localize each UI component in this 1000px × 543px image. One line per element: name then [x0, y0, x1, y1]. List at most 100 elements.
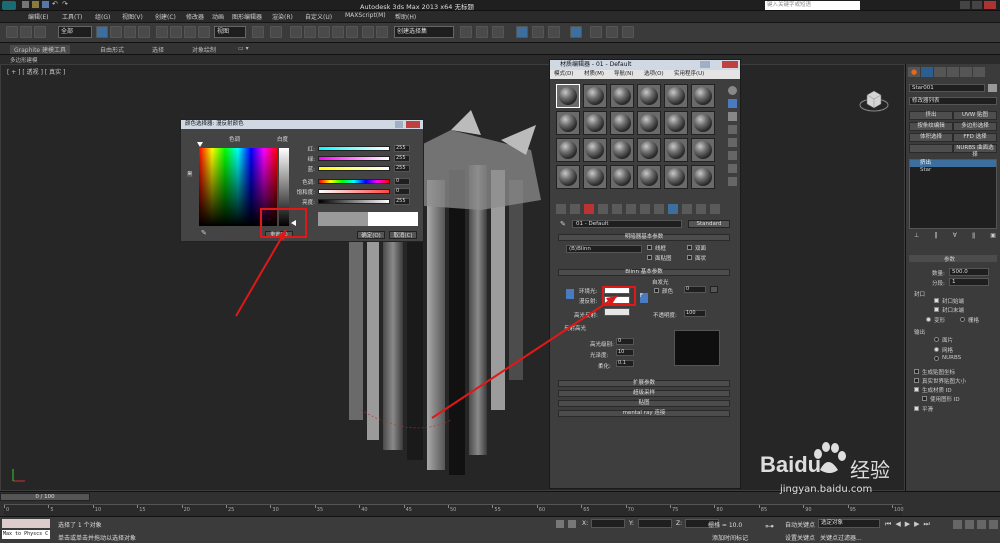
amount-spinner[interactable]: 500.0	[949, 268, 989, 276]
bind-spacewarp-icon[interactable]	[34, 26, 46, 38]
dialog-close-icon[interactable]	[406, 121, 420, 128]
glossiness-value[interactable]: 10	[616, 349, 634, 356]
whiteness-pointer-icon[interactable]	[291, 220, 296, 226]
faceted-checkbox[interactable]	[687, 255, 692, 260]
eyedropper-material-icon[interactable]: ✎	[560, 220, 566, 228]
material-id-icon[interactable]	[654, 204, 664, 214]
opacity-value[interactable]: 100	[684, 310, 706, 317]
app-logo-icon[interactable]	[2, 1, 16, 10]
saturation-slider[interactable]	[318, 189, 390, 194]
tab-graphite-modeling[interactable]: Graphite 建模工具	[10, 45, 71, 54]
key-filters-button[interactable]: 关键点过滤器...	[820, 533, 862, 542]
material-sample-slot[interactable]	[664, 84, 688, 108]
material-sample-slot[interactable]	[610, 84, 634, 108]
show-end-result-icon[interactable]	[682, 204, 692, 214]
select-place-icon[interactable]	[198, 26, 210, 38]
prev-frame-icon[interactable]: ◀	[895, 520, 900, 529]
face-map-checkbox[interactable]	[647, 255, 652, 260]
material-name-field[interactable]: 01 - Default	[572, 220, 682, 228]
tab-selection[interactable]: 选择	[152, 45, 164, 54]
next-frame-icon[interactable]: ▶	[914, 520, 919, 529]
ok-button[interactable]: 确定(O)	[357, 231, 385, 239]
red-value[interactable]: 255	[394, 145, 410, 152]
schematic-view-icon[interactable]	[532, 26, 544, 38]
diffuse-color-swatch[interactable]	[604, 296, 630, 304]
material-sample-slot[interactable]	[610, 165, 634, 189]
redo-icon[interactable]: ↷	[62, 1, 69, 8]
wire-checkbox[interactable]	[647, 245, 652, 250]
material-sample-slot[interactable]	[691, 84, 715, 108]
remove-modifier-icon[interactable]: ǁ	[972, 232, 975, 242]
material-sample-slot[interactable]	[583, 84, 607, 108]
set-key-button[interactable]: 设置关键点	[785, 533, 815, 542]
modifier-button-empty[interactable]	[909, 144, 953, 153]
set-key-icon[interactable]: ⊶	[765, 522, 774, 532]
blue-value[interactable]: 255	[394, 165, 410, 172]
viewport-label[interactable]: [ + ] [ 透视 ] [ 真实 ]	[7, 67, 65, 76]
y-coord-field[interactable]	[638, 519, 672, 528]
material-sample-slot[interactable]	[556, 165, 580, 189]
mat-menu-navigation[interactable]: 导航(N)	[614, 70, 633, 79]
green-slider[interactable]	[318, 156, 390, 161]
nurbs-radio[interactable]	[934, 356, 939, 361]
mat-close-icon[interactable]	[722, 61, 738, 68]
options-icon[interactable]	[728, 164, 737, 173]
material-sample-slot[interactable]	[583, 165, 607, 189]
whiteness-bar[interactable]	[279, 148, 289, 226]
perspective-viewport[interactable]: [ + ] [ 透视 ] [ 真实 ]	[0, 64, 905, 491]
segments-spinner[interactable]: 1	[949, 278, 989, 286]
blinn-basic-rollout[interactable]: Blinn 基本参数	[558, 269, 730, 276]
selection-filter-dropdown[interactable]: 全部	[58, 26, 92, 38]
object-color-swatch[interactable]	[988, 84, 997, 92]
goto-end-icon[interactable]: ⏭	[923, 520, 929, 529]
pin-stack-icon[interactable]: ⊥	[914, 232, 919, 242]
material-sample-slot[interactable]	[637, 84, 661, 108]
stack-item-star[interactable]: Star	[910, 167, 996, 174]
material-sample-slot[interactable]	[637, 138, 661, 162]
hue-value[interactable]: 0	[394, 178, 410, 185]
menu-item-modifiers[interactable]: 修改器	[186, 12, 204, 21]
zoom-icon[interactable]	[953, 520, 962, 529]
polygon-modeling-label[interactable]: 多边形建模	[10, 56, 38, 64]
object-name-field[interactable]: Star001	[909, 84, 985, 92]
background-icon[interactable]	[728, 112, 737, 121]
go-forward-sibling-icon[interactable]	[710, 204, 720, 214]
blue-slider[interactable]	[318, 166, 390, 171]
material-sample-slot[interactable]	[637, 111, 661, 135]
keyboard-shortcut-icon[interactable]	[290, 26, 302, 38]
ambient-color-swatch[interactable]	[604, 286, 630, 294]
extended-params-rollout[interactable]: 扩展参数	[558, 380, 730, 387]
morph-radio[interactable]	[926, 317, 931, 322]
menu-item-edit[interactable]: 编辑(E)	[28, 12, 48, 21]
dialog-minimize-icon[interactable]	[395, 121, 403, 128]
menu-item-group[interactable]: 组(G)	[95, 12, 110, 21]
soften-value[interactable]: 0.1	[616, 360, 634, 367]
material-sample-slot[interactable]	[664, 138, 688, 162]
maxscript-mini[interactable]	[2, 519, 50, 528]
material-sample-slot[interactable]	[664, 111, 688, 135]
tab-object-paint[interactable]: 对象绘制	[192, 45, 216, 54]
backlight-icon[interactable]	[728, 99, 737, 108]
material-sample-slot[interactable]	[556, 138, 580, 162]
lock-selection-icon[interactable]	[556, 520, 564, 528]
graphite-toggle-icon[interactable]	[492, 26, 504, 38]
put-to-library-icon[interactable]	[640, 204, 650, 214]
modifier-list-dropdown[interactable]: 修改器列表	[909, 97, 997, 105]
named-selection-dropdown[interactable]: 创建选择集	[394, 26, 454, 38]
self-illum-map-button[interactable]	[710, 286, 718, 293]
material-sample-slot[interactable]	[664, 165, 688, 189]
utilities-tab-icon[interactable]	[973, 67, 985, 77]
layer-manager-icon[interactable]	[476, 26, 488, 38]
reference-coordinate-dropdown[interactable]: 视图	[214, 26, 246, 38]
menu-item-tools[interactable]: 工具(T)	[62, 12, 82, 21]
material-sample-slot[interactable]	[691, 165, 715, 189]
stack-item-extrude[interactable]: 挤出	[910, 160, 996, 167]
undo-icon[interactable]: ↶	[52, 1, 59, 8]
mat-menu-options[interactable]: 选项(O)	[644, 70, 664, 79]
modify-tab-icon[interactable]	[921, 67, 933, 77]
modifier-button-ffd-select[interactable]: FFD 选择	[953, 133, 997, 142]
link-icon[interactable]	[6, 26, 18, 38]
maximize-icon[interactable]	[972, 1, 982, 9]
patch-radio[interactable]	[934, 337, 939, 342]
x-coord-field[interactable]	[591, 519, 625, 528]
